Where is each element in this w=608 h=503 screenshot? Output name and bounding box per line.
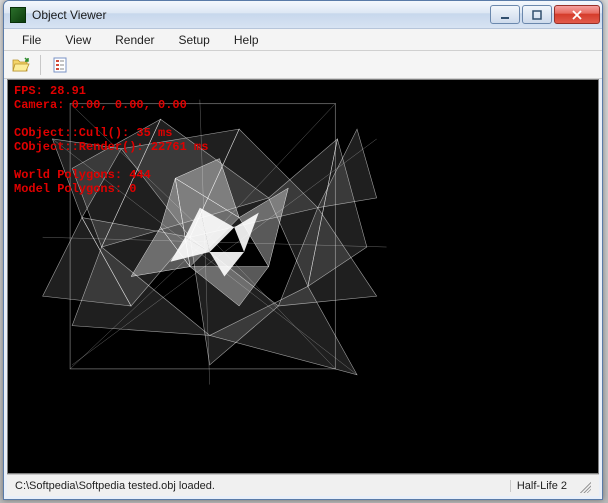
menu-setup[interactable]: Setup: [169, 31, 220, 49]
menu-render[interactable]: Render: [105, 31, 164, 49]
resize-grip[interactable]: [577, 479, 591, 493]
toolbar: [4, 51, 602, 79]
app-window: Object Viewer File View Render Setup Hel…: [3, 0, 603, 500]
minimize-icon: [499, 10, 511, 20]
properties-button[interactable]: [49, 54, 71, 76]
window-controls: [490, 5, 600, 24]
app-icon: [10, 7, 26, 23]
properties-icon: [52, 57, 68, 73]
menu-help[interactable]: Help: [224, 31, 269, 49]
menu-file[interactable]: File: [12, 31, 51, 49]
status-engine: Half-Life 2: [510, 480, 573, 492]
status-message: C:\Softpedia\Softpedia tested.obj loaded…: [15, 480, 504, 492]
maximize-icon: [531, 10, 543, 20]
viewport-3d[interactable]: FPS: 28.91 Camera: 0.00, 0.00, 0.00 CObj…: [7, 79, 599, 474]
statusbar: C:\Softpedia\Softpedia tested.obj loaded…: [7, 474, 599, 496]
toolbar-separator: [40, 55, 41, 75]
minimize-button[interactable]: [490, 5, 520, 24]
open-button[interactable]: [10, 54, 32, 76]
menubar: File View Render Setup Help: [4, 29, 602, 51]
close-icon: [571, 10, 583, 20]
stats-overlay: FPS: 28.91 Camera: 0.00, 0.00, 0.00 CObj…: [14, 84, 208, 196]
menu-view[interactable]: View: [55, 31, 101, 49]
titlebar[interactable]: Object Viewer: [4, 1, 602, 29]
folder-open-icon: [12, 57, 30, 73]
close-button[interactable]: [554, 5, 600, 24]
window-title: Object Viewer: [32, 8, 490, 22]
maximize-button[interactable]: [522, 5, 552, 24]
